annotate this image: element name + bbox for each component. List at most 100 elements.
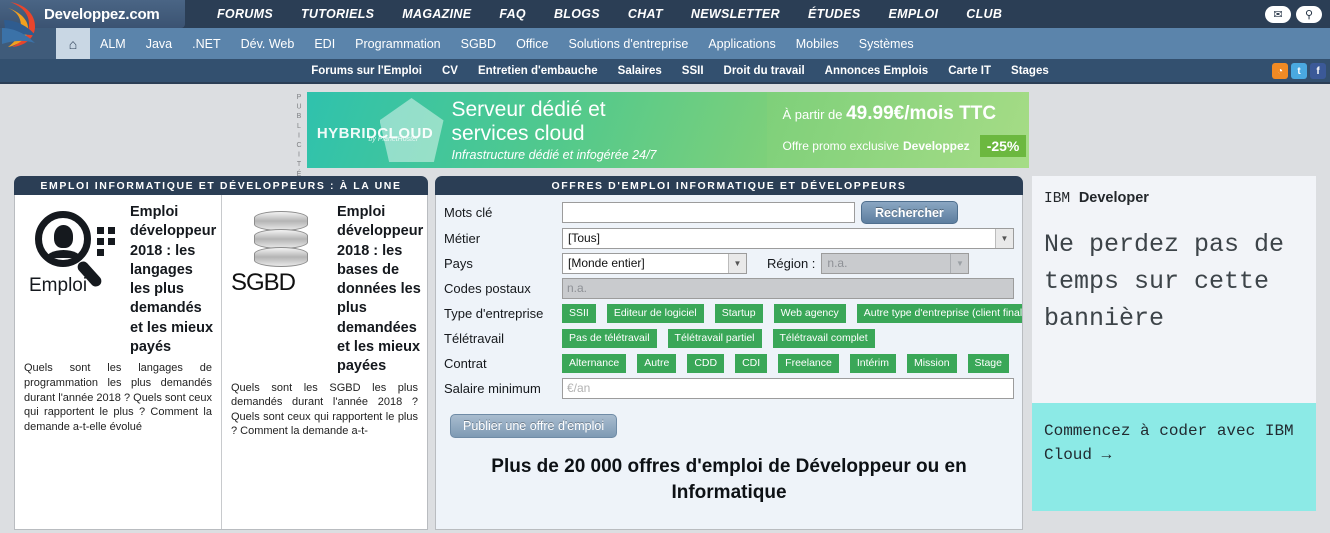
subnav-entretien[interactable]: Entretien d'embauche: [468, 65, 608, 77]
ad-left-section: HYBRIDCLOUD by PlanetHoster Serveur dédi…: [306, 92, 767, 168]
contract-tag[interactable]: Mission: [906, 353, 957, 373]
menu-etudes[interactable]: ÉTUDES: [794, 7, 875, 21]
subnav-cv[interactable]: CV: [432, 65, 468, 77]
news-excerpt: Quels sont les langages de programmation…: [24, 362, 213, 433]
ad-price-value: 49.99€/mois TTC: [846, 103, 997, 124]
region-select[interactable]: n.a. ▼: [821, 252, 970, 274]
ibm-cta-text[interactable]: Commencez à coder avec IBM Cloud →: [1044, 419, 1304, 467]
main-menu: FORUMS TUTORIELS MAGAZINE FAQ BLOGS CHAT…: [203, 7, 1265, 21]
pays-label: Pays: [444, 255, 473, 271]
postal-input[interactable]: [562, 277, 1014, 299]
nav-solutions-entreprise[interactable]: Solutions d'entreprise: [558, 37, 698, 51]
top-ad-zone: PUBLICITÉ HYBRIDCLOUD by PlanetHoster Se…: [0, 84, 1330, 181]
contract-tag[interactable]: CDI: [735, 353, 768, 373]
nav-dev-web[interactable]: Dév. Web: [231, 37, 305, 51]
home-icon[interactable]: ⌂: [56, 28, 90, 59]
ibm-ad-cta-area[interactable]: Commencez à coder avec IBM Cloud →: [1032, 403, 1316, 511]
subnav-carte-it[interactable]: Carte IT: [938, 65, 1001, 77]
subnav-forums-emploi[interactable]: Forums sur l'Emploi: [301, 65, 432, 77]
contract-tag[interactable]: Alternance: [562, 353, 627, 373]
nav-java[interactable]: Java: [136, 37, 182, 51]
menu-blogs[interactable]: BLOGS: [540, 7, 614, 21]
menu-emploi[interactable]: EMPLOI: [875, 7, 953, 21]
site-logo[interactable]: Developpez.com: [0, 0, 185, 47]
search-button[interactable]: Rechercher: [861, 201, 958, 224]
search-input[interactable]: [562, 202, 855, 223]
job-search-panel: OFFRES D'EMPLOI INFORMATIQUE ET DÉVELOPP…: [435, 176, 1023, 530]
emploi-thumbnail: Emploi: [24, 203, 122, 299]
contract-tag[interactable]: Autre: [637, 353, 677, 373]
mail-icon[interactable]: ✉: [1265, 5, 1291, 23]
ibm-brand-light: IBM: [1044, 191, 1079, 207]
subnav-salaires[interactable]: Salaires: [608, 65, 672, 77]
company-type-tag[interactable]: SSII: [562, 303, 596, 323]
keywords-label: Mots clé: [444, 205, 493, 220]
company-type-label: Type d'entreprise: [444, 305, 544, 321]
ad-line-3: Infrastructure dédié et infogérée 24/7: [451, 148, 657, 163]
ad-promo-prefix: Offre promo exclusive: [782, 139, 900, 153]
hybridcloud-banner-ad[interactable]: HYBRIDCLOUD by PlanetHoster Serveur dédi…: [306, 92, 1035, 168]
subnav-stages[interactable]: Stages: [1001, 65, 1059, 77]
publish-job-button[interactable]: Publier une offre d'emploi: [450, 414, 618, 438]
menu-faq[interactable]: FAQ: [485, 7, 540, 21]
subnav-annonces-emplois[interactable]: Annonces Emplois: [815, 65, 939, 77]
nav-applications[interactable]: Applications: [698, 37, 785, 51]
nav-programmation[interactable]: Programmation: [345, 37, 450, 51]
news-card[interactable]: Emploi Emploi développeur 2018 : les lan…: [15, 195, 221, 529]
company-type-tag[interactable]: Editeur de logiciel: [606, 303, 704, 323]
contract-label: Contrat: [444, 355, 487, 371]
metier-select[interactable]: [Tous] ▼: [562, 227, 1014, 249]
contract-tag[interactable]: Freelance: [778, 353, 839, 373]
menu-chat[interactable]: CHAT: [614, 7, 677, 21]
emploi-icon-word: Emploi: [29, 275, 88, 296]
hybridcloud-logo: HYBRIDCLOUD by PlanetHoster: [307, 92, 452, 168]
news-title[interactable]: Emploi développeur 2018 : les bases de d…: [337, 203, 423, 377]
contract-tag[interactable]: Stage: [967, 353, 1009, 373]
job-search-header: OFFRES D'EMPLOI INFORMATIQUE ET DÉVELOPP…: [435, 176, 1023, 195]
search-icon[interactable]: ⚲: [1296, 5, 1322, 23]
nav-alm[interactable]: ALM: [90, 37, 136, 51]
postal-label: Codes postaux: [444, 280, 531, 296]
news-card[interactable]: SGBD Emploi développeur 2018 : les bases…: [221, 195, 427, 529]
category-nav-bar: ⌂ ALM Java .NET Dév. Web EDI Programmati…: [0, 28, 1330, 59]
contract-tag[interactable]: CDD: [687, 353, 725, 373]
menu-magazine[interactable]: MAGAZINE: [388, 7, 485, 21]
salary-input[interactable]: [562, 377, 1014, 399]
contract-tag[interactable]: Intérim: [849, 353, 896, 373]
subnav-droit-travail[interactable]: Droit du travail: [714, 65, 815, 77]
region-label: Région :: [767, 255, 816, 271]
nav-sgbd[interactable]: SGBD: [451, 37, 506, 51]
subnav-ssii[interactable]: SSII: [672, 65, 714, 77]
menu-newsletter[interactable]: NEWSLETTER: [677, 7, 794, 21]
company-type-tag[interactable]: Web agency: [773, 303, 846, 323]
magnifier-person-icon: Emploi: [27, 205, 119, 297]
facebook-icon[interactable]: f: [1310, 63, 1326, 79]
pays-select[interactable]: [Monde entier] ▼: [562, 252, 747, 274]
pays-row: Pays [Monde entier] ▼ Région : n.a. ▼: [444, 252, 1014, 274]
company-type-row: Type d'entreprise SSII Editeur de logici…: [444, 302, 1022, 324]
publicite-label: PUBLICITÉ: [295, 94, 303, 181]
telework-tag[interactable]: Pas de télétravail: [562, 328, 657, 348]
nav-office[interactable]: Office: [506, 37, 558, 51]
nav-mobiles[interactable]: Mobiles: [786, 37, 849, 51]
menu-club[interactable]: CLUB: [952, 7, 1016, 21]
ibm-sidebar-ad[interactable]: IBM Developer Ne perdez pas de temps sur…: [1032, 176, 1316, 511]
menu-forums[interactable]: FORUMS: [203, 7, 287, 21]
ad-promo-brand: Developpez: [903, 139, 970, 153]
nav-dotnet[interactable]: .NET: [182, 37, 230, 51]
postal-row: Codes postaux: [444, 277, 1014, 299]
telework-tag[interactable]: Télétravail partiel: [667, 328, 762, 348]
telework-tag[interactable]: Télétravail complet: [772, 328, 875, 348]
company-type-tag[interactable]: Autre type d'entreprise (client final): [856, 303, 1022, 323]
page-content: EMPLOI INFORMATIQUE ET DÉVELOPPEURS : À …: [0, 176, 1330, 530]
keywords-row: Mots clé Rechercher: [444, 201, 1014, 224]
news-title[interactable]: Emploi développeur 2018 : les langages l…: [130, 203, 216, 357]
company-type-tag[interactable]: Startup: [714, 303, 763, 323]
emploi-sub-nav: Forums sur l'Emploi CV Entretien d'embau…: [0, 59, 1330, 84]
rss-icon[interactable]: ◔: [1272, 63, 1288, 79]
menu-tutoriels[interactable]: TUTORIELS: [287, 7, 388, 21]
nav-systemes[interactable]: Systèmes: [849, 37, 924, 51]
twitter-icon[interactable]: t: [1291, 63, 1307, 79]
nav-edi[interactable]: EDI: [304, 37, 345, 51]
ad-right-section: À partir de 49.99€/mois TTC Offre promo …: [766, 92, 1029, 168]
